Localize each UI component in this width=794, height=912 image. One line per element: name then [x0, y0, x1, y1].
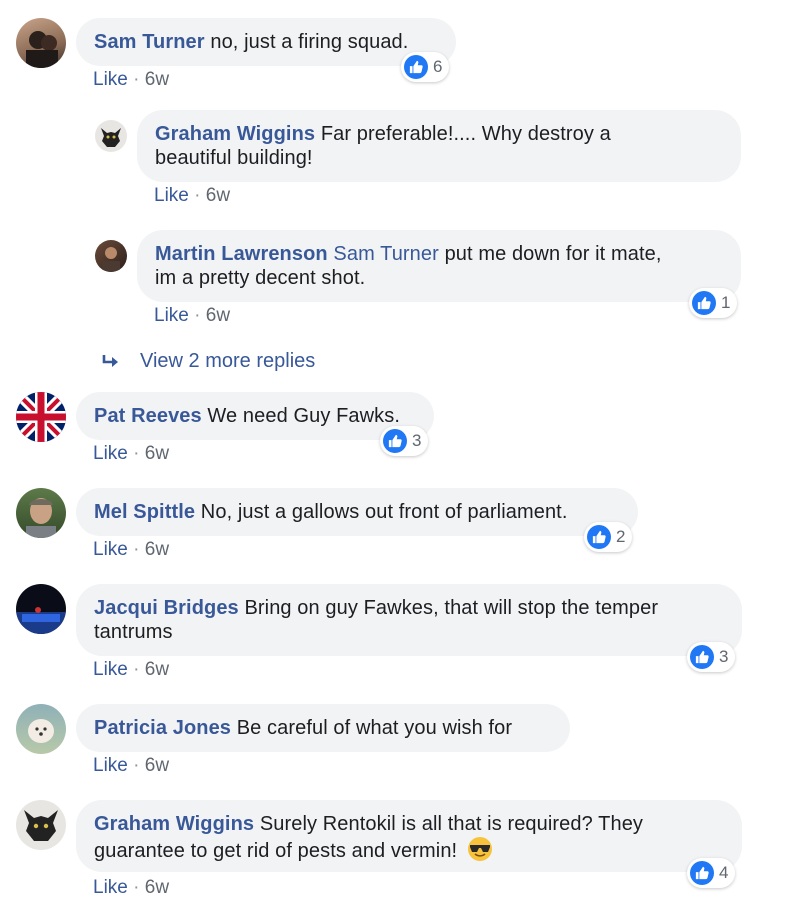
reaction-count: 3 [719, 647, 729, 666]
sunglasses-emoji-icon [467, 837, 492, 861]
comment-bubble: Jacqui Bridges Bring on guy Fawkes, that… [76, 584, 742, 656]
reaction-badge[interactable]: 1 [689, 288, 738, 318]
comment-bubble: Martin Lawrenson Sam Turner put me down … [137, 230, 741, 302]
reaction-count: 1 [721, 293, 731, 312]
comment-text-line2: tantrums [94, 621, 173, 643]
reaction-count: 3 [412, 431, 422, 450]
separator: · [133, 755, 140, 776]
comment-bubble: Pat Reeves We need Guy Fawks. [76, 392, 434, 440]
avatar[interactable] [16, 18, 66, 68]
comment-bubble: Graham Wiggins Surely Rentokil is all th… [76, 800, 742, 872]
like-button[interactable]: Like [93, 877, 128, 898]
comment-actions: Like · 6w [93, 755, 169, 777]
reaction-badge[interactable]: 4 [687, 858, 736, 888]
view-more-replies-link[interactable]: View 2 more replies [100, 350, 315, 373]
avatar[interactable] [16, 392, 66, 442]
mention-link[interactable]: Sam Turner [333, 243, 438, 265]
like-button[interactable]: Like [154, 305, 189, 326]
comment-bubble: Patricia Jones Be careful of what you wi… [76, 704, 570, 752]
thumbs-up-icon [692, 291, 716, 315]
comment-author[interactable]: Patricia Jones [94, 717, 231, 739]
comment-text: Far preferable!.... Why destroy a [320, 123, 611, 145]
comment-author[interactable]: Jacqui Bridges [94, 597, 239, 619]
avatar[interactable] [16, 488, 66, 538]
separator: · [194, 305, 201, 326]
comment-bubble: Mel Spittle No, just a gallows out front… [76, 488, 638, 536]
avatar[interactable] [16, 584, 66, 634]
comment-actions: Like · 6w [154, 185, 230, 207]
reaction-badge[interactable]: 6 [401, 52, 450, 82]
reply-arrow-icon [102, 354, 118, 367]
comment-author[interactable]: Mel Spittle [94, 501, 195, 523]
timestamp[interactable]: 6w [145, 443, 169, 464]
comment-author[interactable]: Graham Wiggins [155, 123, 315, 145]
reaction-count: 4 [719, 863, 729, 882]
comment-text: No, just a gallows out front of parliame… [200, 501, 568, 523]
timestamp[interactable]: 6w [145, 877, 169, 898]
like-button[interactable]: Like [93, 755, 128, 776]
avatar[interactable] [16, 800, 66, 850]
comment-author[interactable]: Graham Wiggins [94, 813, 254, 835]
thumbs-up-icon [690, 645, 714, 669]
timestamp[interactable]: 6w [206, 185, 230, 206]
thumbs-up-icon [383, 429, 407, 453]
like-button[interactable]: Like [93, 539, 128, 560]
separator: · [133, 659, 140, 680]
like-button[interactable]: Like [93, 69, 128, 90]
thumbs-up-icon [404, 55, 428, 79]
comment-actions: Like · 6w [93, 659, 169, 681]
separator: · [194, 185, 201, 206]
comment-text: no, just a firing squad. [210, 31, 409, 53]
separator: · [133, 539, 140, 560]
comment-text: put me down for it mate, [444, 243, 662, 265]
reaction-badge[interactable]: 3 [687, 642, 736, 672]
comment-bubble: Sam Turner no, just a firing squad. [76, 18, 456, 66]
timestamp[interactable]: 6w [145, 659, 169, 680]
comment-author[interactable]: Sam Turner [94, 31, 205, 53]
comment-text: We need Guy Fawks. [207, 405, 401, 427]
separator: · [133, 69, 140, 90]
like-button[interactable]: Like [154, 185, 189, 206]
timestamp[interactable]: 6w [145, 69, 169, 90]
reaction-badge[interactable]: 3 [380, 426, 429, 456]
reaction-count: 6 [433, 57, 443, 76]
reaction-badge[interactable]: 2 [584, 522, 633, 552]
timestamp[interactable]: 6w [145, 755, 169, 776]
comment-actions: Like · 6w [93, 443, 169, 465]
thumbs-up-icon [690, 861, 714, 885]
reaction-count: 2 [616, 527, 626, 546]
comment-actions: Like · 6w [154, 305, 230, 327]
comment-author[interactable]: Martin Lawrenson [155, 243, 328, 265]
comment-text-line2: guarantee to get rid of pests and vermin… [94, 840, 458, 862]
comment-actions: Like · 6w [93, 539, 169, 561]
timestamp[interactable]: 6w [145, 539, 169, 560]
comment-text: Be careful of what you wish for [236, 717, 513, 739]
union-jack-icon [16, 392, 66, 442]
separator: · [133, 877, 140, 898]
comment-actions: Like · 6w [93, 69, 169, 91]
avatar[interactable] [95, 240, 127, 272]
avatar[interactable] [16, 704, 66, 754]
timestamp[interactable]: 6w [206, 305, 230, 326]
like-button[interactable]: Like [93, 443, 128, 464]
comment-actions: Like · 6w [93, 877, 169, 899]
comment-author[interactable]: Pat Reeves [94, 405, 202, 427]
comment-text-line2: beautiful building! [155, 147, 313, 169]
separator: · [133, 443, 140, 464]
thumbs-up-icon [587, 525, 611, 549]
comment-text: Surely Rentokil is all that is required?… [259, 813, 644, 835]
avatar[interactable] [95, 120, 127, 152]
comment-bubble: Graham Wiggins Far preferable!.... Why d… [137, 110, 741, 182]
comment-text-line2: im a pretty decent shot. [155, 267, 366, 289]
comment-text: Bring on guy Fawkes, that will stop the … [244, 597, 659, 619]
like-button[interactable]: Like [93, 659, 128, 680]
view-more-replies-label[interactable]: View 2 more replies [140, 350, 315, 373]
